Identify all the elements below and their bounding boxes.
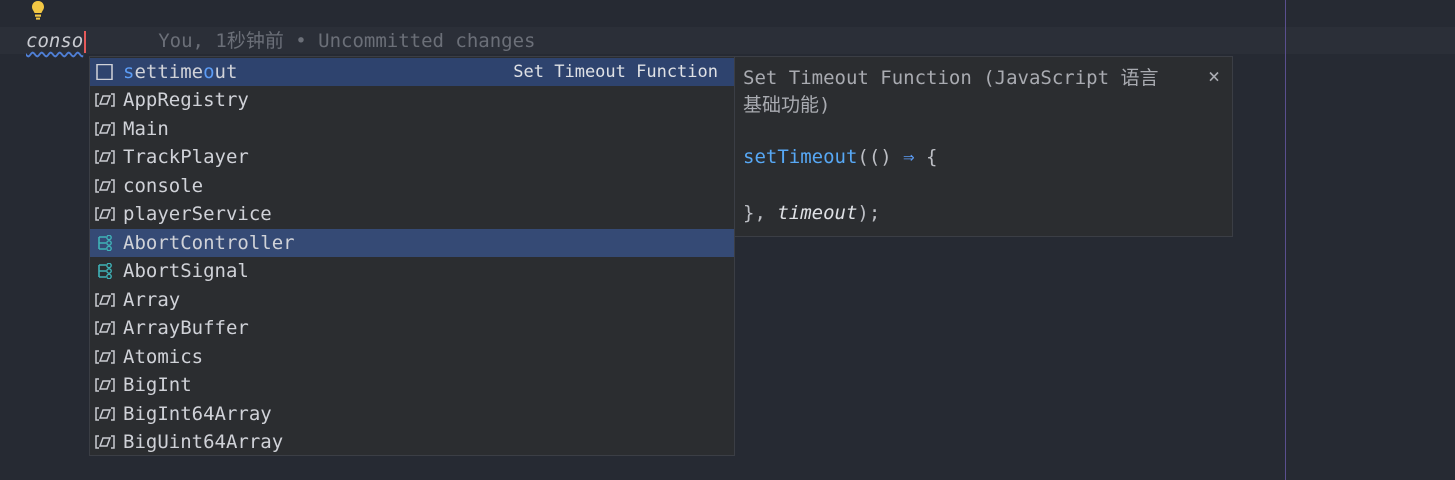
typed-text[interactable]: conso [26, 30, 83, 52]
variable-icon [95, 207, 115, 221]
completion-item-label: AbortSignal [123, 260, 249, 282]
completion-item[interactable]: console [90, 172, 734, 200]
completion-item-label: Main [123, 117, 169, 140]
completion-item-label: BigUint64Array [123, 431, 284, 453]
completion-item-label: ArrayBuffer [123, 317, 249, 339]
variable-icon [95, 435, 115, 449]
completion-item[interactable]: TrackPlayer [90, 143, 734, 171]
completion-item-label: Atomics [123, 345, 204, 368]
completion-item-label: TrackPlayer [123, 146, 249, 168]
label-part: ettime [134, 60, 204, 83]
lightbulb-icon[interactable] [28, 0, 48, 22]
completion-item-label: Array [123, 288, 181, 311]
completion-item[interactable]: playerService [90, 200, 734, 228]
completion-item[interactable]: settimeout Set Timeout Function [90, 57, 734, 86]
label-part: ut [214, 60, 238, 83]
matched-chars: o [203, 60, 215, 83]
doc-code-close-b: ); [857, 202, 881, 224]
variable-icon [95, 406, 115, 421]
doc-title: Set Timeout Function (JavaScript 语言基础功能) [743, 67, 1159, 116]
variable-icon [95, 150, 115, 164]
doc-code-arrow: ⇒ [903, 146, 915, 168]
matched-chars: s [123, 60, 135, 83]
variable-icon [95, 292, 115, 307]
variable-icon [95, 178, 115, 193]
completion-popup[interactable]: settimeout Set Timeout Function AppRegistr… [89, 56, 735, 456]
completion-item[interactable]: Main [90, 115, 734, 143]
doc-code-open-b: { [914, 146, 938, 168]
completion-item[interactable]: Array [90, 286, 734, 314]
completion-item[interactable]: BigInt [90, 371, 734, 399]
code-line[interactable]: conso You, 1秒钟前 • Uncommitted changes [26, 28, 536, 54]
right-margin-guide [1285, 0, 1286, 480]
completion-item-hint: Set Timeout Function [513, 61, 718, 82]
completion-item[interactable]: ArrayBuffer [90, 314, 734, 342]
doc-code-function: setTimeout [743, 146, 858, 168]
completion-item[interactable]: BigUint64Array [90, 428, 734, 456]
variable-icon [95, 378, 115, 392]
variable-icon [95, 349, 115, 364]
completion-item-label: playerService [123, 203, 272, 225]
close-icon[interactable]: × [1203, 65, 1225, 87]
variable-icon [95, 93, 115, 107]
completion-item-label: AppRegistry [123, 89, 249, 111]
doc-code-sample: setTimeout(() ⇒ { }, timeout); [743, 143, 938, 227]
template-icon [96, 63, 113, 80]
completion-item-label: console [123, 174, 204, 197]
completion-item-label: settimeout [123, 58, 237, 86]
class-icon [98, 263, 112, 279]
completion-item[interactable]: Atomics [90, 343, 734, 371]
completion-item-label: AbortController [123, 231, 295, 254]
doc-code-close-a: }, [743, 202, 778, 224]
completion-item[interactable]: BigInt64Array [90, 400, 734, 428]
git-blame-annotation: You, 1秒钟前 • Uncommitted changes [158, 30, 536, 52]
variable-icon [95, 321, 115, 335]
completion-item[interactable]: AbortSignal [90, 257, 734, 285]
documentation-popup: Set Timeout Function (JavaScript 语言基础功能)… [735, 56, 1233, 237]
class-icon [98, 234, 112, 251]
completion-item[interactable]: AppRegistry [90, 86, 734, 114]
text-caret [84, 30, 87, 53]
doc-code-param: timeout [777, 202, 858, 224]
completion-item-label: BigInt64Array [123, 402, 272, 425]
completion-item-label: BigInt [123, 374, 192, 396]
variable-icon [95, 121, 115, 136]
doc-code-open-a: (() [857, 146, 904, 168]
completion-item[interactable]: AbortController [90, 228, 734, 257]
